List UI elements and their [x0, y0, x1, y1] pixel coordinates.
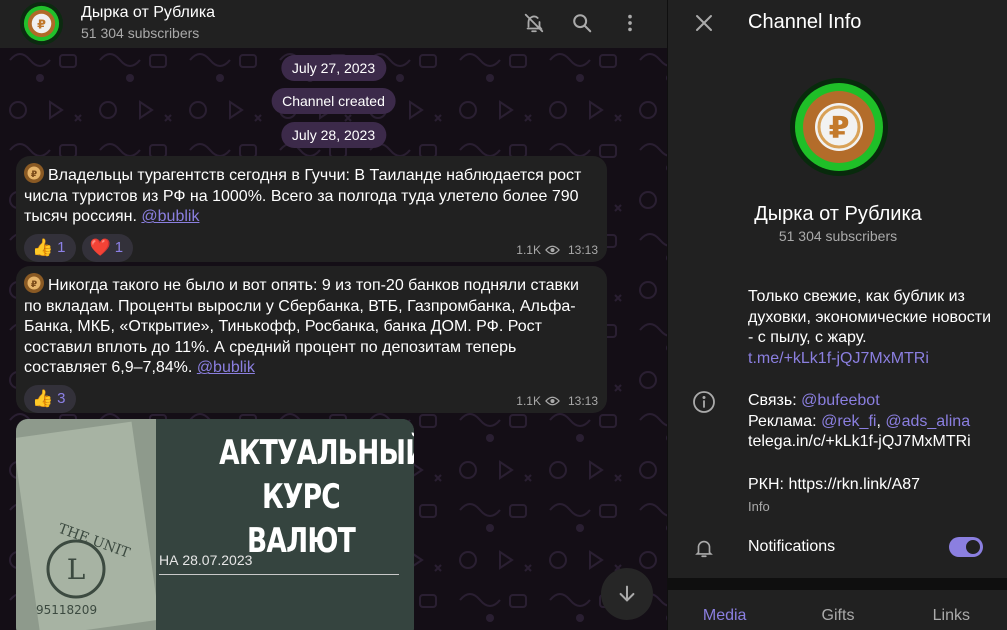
reaction-thumbs-up[interactable]: 👍 3	[24, 384, 76, 413]
headline-line2: КУРС ВАЛЮТ	[246, 477, 356, 561]
mention-link[interactable]: @bublik	[197, 359, 255, 376]
eye-icon	[545, 396, 560, 406]
mute-button[interactable]	[521, 10, 547, 36]
more-vertical-icon	[628, 14, 632, 32]
mention-link[interactable]: @bublik	[141, 208, 199, 225]
bell-muted-icon	[524, 13, 544, 33]
message-bubble[interactable]: ₽ Никогда такого не было и вот опять: 9 …	[16, 266, 607, 413]
arrow-down-icon	[619, 585, 635, 602]
date-divider: July 27, 2023	[280, 55, 387, 81]
info-row-icon	[691, 389, 717, 415]
channel-avatar-large[interactable]: ₽	[790, 78, 888, 176]
channel-description: Только свежие, как бублик из духовки, эк…	[748, 287, 998, 369]
view-count: 1.1K	[516, 394, 541, 408]
subscriber-count: 51 304 subscribers	[81, 25, 200, 41]
scroll-to-bottom-button[interactable]	[601, 568, 653, 620]
custom-emoji-ruble-icon: ₽	[24, 273, 44, 293]
ruble-symbol: ₽	[829, 111, 850, 146]
eye-icon	[545, 245, 560, 255]
info-circle-icon	[693, 391, 715, 413]
notifications-label[interactable]: Notifications	[748, 538, 835, 556]
svg-text:95118209: 95118209	[36, 603, 97, 617]
channel-title[interactable]: Дырка от Рублика	[81, 4, 215, 22]
svg-text:₽: ₽	[31, 280, 37, 290]
info-label: Info	[748, 499, 770, 514]
channel-avatar[interactable]: ₽	[20, 2, 63, 45]
ads-user-link-2[interactable]: @ads_alina	[885, 413, 970, 430]
svg-text:₽: ₽	[31, 170, 37, 180]
tab-gifts[interactable]: Gifts	[781, 590, 894, 630]
message-body: Никогда такого не было и вот опять: 9 из…	[24, 277, 579, 377]
date-divider: July 28, 2023	[280, 122, 387, 148]
telegram-app: ₽ Дырка от Рублика 51 304 subscribers Ju…	[0, 0, 1007, 630]
message-meta: 1.1K 13:13	[516, 243, 598, 257]
message-body: Владельцы турагентств сегодня в Гуччи: В…	[24, 167, 582, 226]
close-button[interactable]	[691, 10, 717, 36]
contact-user-link[interactable]: @bufeebot	[801, 392, 880, 409]
reaction-count: 1	[114, 239, 124, 257]
chat-header[interactable]: ₽ Дырка от Рублика 51 304 subscribers	[0, 0, 667, 48]
shared-media-tabs: Media Gifts Links	[668, 590, 1007, 630]
ads-separator: ,	[876, 412, 886, 430]
divider	[159, 574, 399, 575]
search-icon	[573, 14, 592, 33]
notifications-row-icon	[691, 535, 717, 561]
custom-emoji-ruble-icon: ₽	[24, 163, 44, 183]
bell-icon	[695, 540, 713, 558]
channel-contacts: Связь: @bufeebot Реклама: @rek_fi, @ads_…	[748, 391, 998, 453]
telega-link[interactable]: telega.in/c/+kLk1f-jQJ7MxMTRi	[748, 432, 998, 453]
reaction-thumbs-up[interactable]: 👍 1	[24, 233, 76, 262]
toggle-knob	[964, 538, 982, 556]
message-time: 13:13	[567, 394, 598, 408]
channel-info-panel: Channel Info ₽ Дырка от Рублика 51 304 s…	[667, 0, 1007, 630]
service-message-created: Channel created	[271, 88, 396, 114]
ads-line: Реклама: @rek_fi, @ads_alina	[748, 412, 998, 433]
tab-links[interactable]: Links	[895, 590, 1007, 630]
image-headline: АКТУАЛЬНЫЙ КУРС ВАЛЮТ	[219, 431, 414, 563]
search-button[interactable]	[569, 10, 595, 36]
image-post[interactable]: L 95118209 THE UNIT АКТУАЛЬНЫЙ КУРС ВАЛЮ…	[16, 419, 414, 630]
reaction-heart[interactable]: ❤️ 1	[81, 233, 134, 262]
more-button[interactable]	[617, 10, 643, 36]
chat-pane: ₽ Дырка от Рублика 51 304 subscribers Ju…	[0, 0, 667, 630]
invite-link[interactable]: t.me/+kLk1f-jQJ7MxMTRi	[748, 349, 998, 370]
message-bubble[interactable]: ₽ Владельцы турагентств сегодня в Гуччи:…	[16, 156, 607, 262]
notifications-toggle[interactable]	[949, 537, 983, 557]
svg-text:L: L	[67, 553, 86, 586]
contact-label: Связь:	[748, 392, 802, 409]
description-text: Только свежие, как бублик из духовки, эк…	[748, 288, 992, 347]
thumbs-up-icon: 👍	[32, 237, 54, 257]
reaction-count: 3	[57, 390, 66, 408]
tab-media[interactable]: Media	[668, 590, 781, 630]
heart-icon: ❤️	[89, 237, 111, 257]
thumbs-up-icon: 👍	[32, 388, 54, 408]
reactions: 👍 3	[24, 384, 599, 413]
message-text: ₽ Никогда такого не было и вот опять: 9 …	[24, 273, 599, 379]
ads-label: Реклама:	[748, 412, 822, 430]
panel-title: Channel Info	[748, 11, 862, 33]
rkn-line[interactable]: РКН: https://rkn.link/A87	[748, 476, 920, 494]
reactions: 👍 1 ❤️ 1	[24, 233, 599, 262]
headline-line1: АКТУАЛЬНЫЙ	[219, 433, 414, 473]
channel-name: Дырка от Рублика	[754, 203, 922, 225]
image-date-caption: НА 28.07.2023	[159, 552, 253, 568]
contact-line: Связь: @bufeebot	[748, 391, 998, 412]
channel-subscribers: 51 304 subscribers	[778, 228, 898, 244]
ads-user-link-1[interactable]: @rek_fi	[821, 413, 876, 430]
message-time: 13:13	[567, 243, 598, 257]
view-count: 1.1K	[516, 243, 541, 257]
reaction-count: 1	[57, 239, 66, 257]
close-icon	[696, 15, 712, 31]
message-text: ₽ Владельцы турагентств сегодня в Гуччи:…	[24, 163, 599, 228]
message-meta: 1.1K 13:13	[516, 394, 598, 408]
section-divider	[668, 578, 1007, 590]
svg-text:₽: ₽	[37, 16, 46, 31]
